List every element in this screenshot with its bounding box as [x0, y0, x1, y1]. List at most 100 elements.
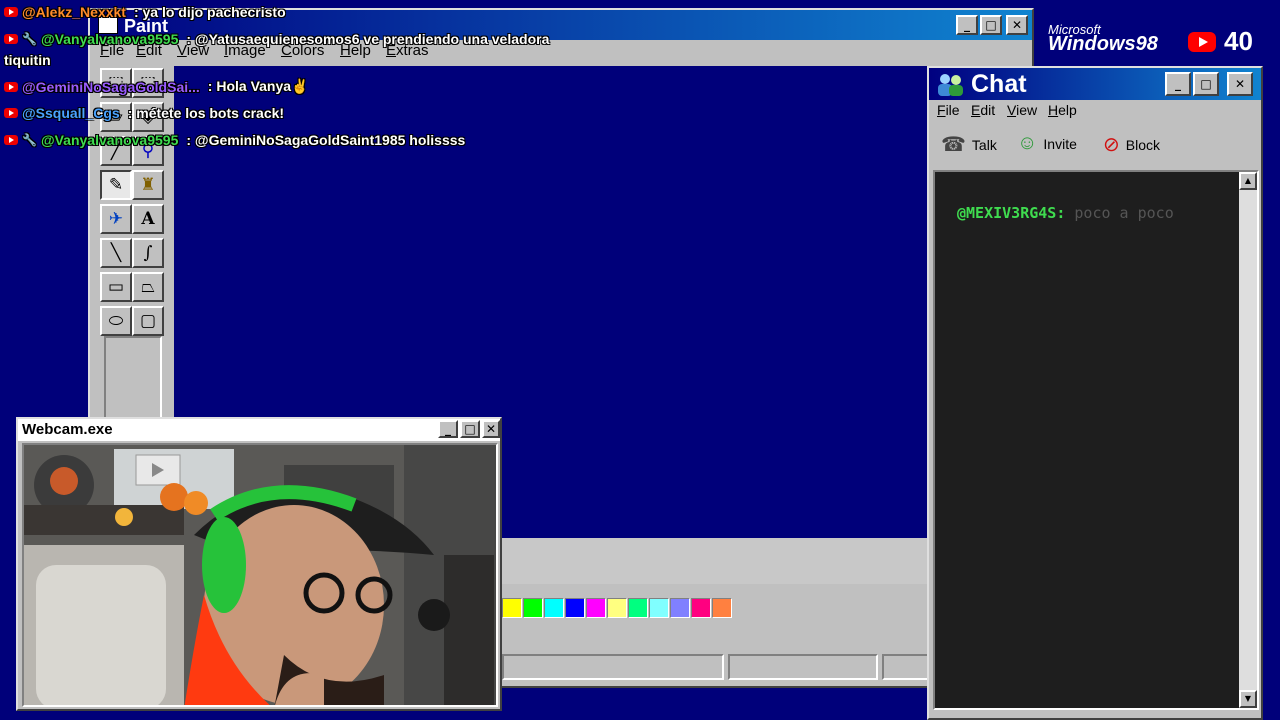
windows98-logo-name: Windows98 — [1048, 33, 1158, 55]
arrow-down-icon: ▼ — [1244, 694, 1252, 703]
tool-line[interactable]: ╲ — [100, 238, 132, 268]
overlay-chat-line: @GeminiNoSagaGoldSai...: Hola Vanya✌ — [4, 78, 308, 95]
tool-polygon[interactable]: ⏢ — [132, 272, 164, 302]
webcam-close-button[interactable]: ✕ — [482, 420, 500, 438]
block-label: Block — [1125, 136, 1160, 153]
chat-close-button[interactable]: ✕ — [1227, 72, 1253, 96]
maximize-icon: □ — [464, 422, 476, 436]
overlay-chat-text: : @GeminiNoSagaGoldSaint1985 holissss — [186, 132, 466, 148]
chat-toolbar: ☎ Talk ☺ Invite ⊘ Block — [929, 124, 1261, 166]
swatch-cyan[interactable] — [544, 598, 564, 618]
tool-text[interactable]: A — [132, 204, 164, 234]
chat-menu-view[interactable]: View — [1007, 102, 1037, 118]
wrench-icon: 🔧 — [22, 32, 37, 46]
overlay-chat-user: @Vanyalvanova9595 — [40, 31, 179, 47]
overlay-chat-user: @Alekz_Nexxkt — [22, 4, 126, 20]
overlay-chat-text: : @Yatusaequienesomos6 ve prendiendo una… — [186, 31, 550, 47]
swatch-yellow[interactable] — [502, 598, 522, 618]
chat-maximize-button[interactable]: □ — [1193, 72, 1219, 96]
wrench-icon: 🔧 — [22, 133, 37, 147]
overlay-chat-user: @Ssquall_Cgs — [22, 105, 120, 121]
webcam-window: Webcam.exe _ □ ✕ — [16, 417, 502, 711]
chat-people-icon — [935, 72, 965, 96]
swatch-orange[interactable] — [712, 598, 732, 618]
swatch-blue[interactable] — [565, 598, 585, 618]
minimize-icon: _ — [1175, 77, 1181, 91]
swatch-light-yellow[interactable] — [607, 598, 627, 618]
overlay-chat-text: : ya lo dijo pachecristo — [133, 4, 286, 20]
overlay-chat-line: tiquitin — [4, 52, 51, 68]
overlay-chat-user: @Vanyalvanova9595 — [40, 132, 179, 148]
swatch-spring-green[interactable] — [628, 598, 648, 618]
close-button[interactable]: ✕ — [1006, 15, 1028, 35]
minimize-icon: _ — [964, 18, 970, 32]
overlay-chat-line: 🔧 @Vanyalvanova9595 : @Yatusaequienesomos… — [4, 31, 549, 47]
tool-rectangle[interactable]: ▭ — [100, 272, 132, 302]
invite-label: Invite — [1043, 135, 1077, 152]
webcam-title: Webcam.exe — [22, 421, 113, 438]
ellipse-icon: ⬭ — [108, 311, 124, 331]
youtube-badge-icon — [4, 135, 18, 145]
minimize-button[interactable]: _ — [956, 15, 978, 35]
line-icon: ╲ — [110, 243, 122, 263]
webcam-minimize-button[interactable]: _ — [438, 420, 458, 438]
text-icon: A — [141, 209, 155, 229]
webcam-maximize-button[interactable]: □ — [460, 420, 480, 438]
swatch-pink[interactable] — [691, 598, 711, 618]
chat-scrollbar[interactable]: ▲ ▼ — [1239, 172, 1257, 708]
tool-options-panel[interactable] — [104, 336, 162, 420]
overlay-chat-text: : Hola Vanya✌ — [207, 78, 309, 94]
maximize-button[interactable]: □ — [980, 15, 1002, 35]
tool-pencil[interactable]: ✎ — [100, 170, 132, 200]
chat-message-pane[interactable]: @MEXIV3RG4S: poco a poco ▲ ▼ — [933, 170, 1259, 710]
swatch-green[interactable] — [523, 598, 543, 618]
block-icon: ⊘ — [1103, 134, 1120, 156]
invite-button[interactable]: ☺ Invite — [1017, 132, 1077, 155]
viewer-counter: 40 — [1188, 26, 1253, 57]
swatch-magenta[interactable] — [586, 598, 606, 618]
webcam-titlebar[interactable]: Webcam.exe _ □ ✕ — [18, 419, 500, 441]
chat-menu-edit[interactable]: Edit — [971, 102, 995, 118]
youtube-badge-icon — [4, 108, 18, 118]
invite-user-icon: ☺ — [1017, 132, 1038, 154]
chat-minimize-button[interactable]: _ — [1165, 72, 1191, 96]
block-button[interactable]: ⊘ Block — [1103, 132, 1160, 157]
viewer-count: 40 — [1224, 26, 1253, 56]
chat-title: Chat — [971, 70, 1027, 98]
arrow-up-icon: ▲ — [1244, 176, 1252, 185]
pencil-icon: ✎ — [108, 175, 124, 195]
status-cell-main — [502, 654, 724, 680]
chat-menu-file[interactable]: File — [937, 102, 960, 118]
tool-curve[interactable]: ∫ — [132, 238, 164, 268]
swatch-light-blue[interactable] — [670, 598, 690, 618]
rectangle-icon: ▭ — [107, 277, 125, 297]
chat-message-user: @MEXIV3RG4S: — [957, 204, 1066, 222]
youtube-badge-icon — [4, 34, 18, 44]
tool-airbrush[interactable]: ✈ — [100, 204, 132, 234]
scroll-up-button[interactable]: ▲ — [1239, 172, 1257, 190]
talk-button[interactable]: ☎ Talk — [941, 132, 997, 157]
curve-icon: ∫ — [143, 243, 153, 263]
close-icon: ✕ — [1234, 77, 1246, 91]
tool-ellipse[interactable]: ⬭ — [100, 306, 132, 336]
color-palette — [502, 598, 736, 620]
airbrush-icon: ✈ — [108, 209, 124, 229]
chat-message: @MEXIV3RG4S: poco a poco — [957, 204, 1239, 222]
chat-menu-help[interactable]: Help — [1048, 102, 1077, 118]
close-icon: ✕ — [485, 422, 497, 436]
chat-message-text: poco a poco — [1074, 204, 1174, 222]
chat-menubar: File Edit View Help — [929, 100, 1261, 122]
overlay-chat-line: 🔧 @Vanyalvanova9595 : @GeminiNoSagaGoldSa… — [4, 132, 465, 148]
youtube-icon — [1188, 31, 1216, 52]
swatch-light-cyan[interactable] — [649, 598, 669, 618]
status-cell-position — [728, 654, 878, 680]
tool-rounded-rectangle[interactable]: ▢ — [132, 306, 164, 336]
overlay-chat-text: tiquitin — [4, 52, 51, 68]
tool-brush[interactable]: ♜ — [132, 170, 164, 200]
close-icon: ✕ — [1011, 18, 1023, 32]
paint-canvas-bottom-area — [502, 538, 928, 584]
overlay-chat-line: @Ssquall_Cgs: métete los bots crack! — [4, 105, 284, 121]
chat-titlebar[interactable]: Chat _ □ ✕ — [929, 68, 1261, 100]
scroll-down-button[interactable]: ▼ — [1239, 690, 1257, 708]
overlay-chat-line: @Alekz_Nexxkt : ya lo dijo pachecristo — [4, 4, 286, 20]
